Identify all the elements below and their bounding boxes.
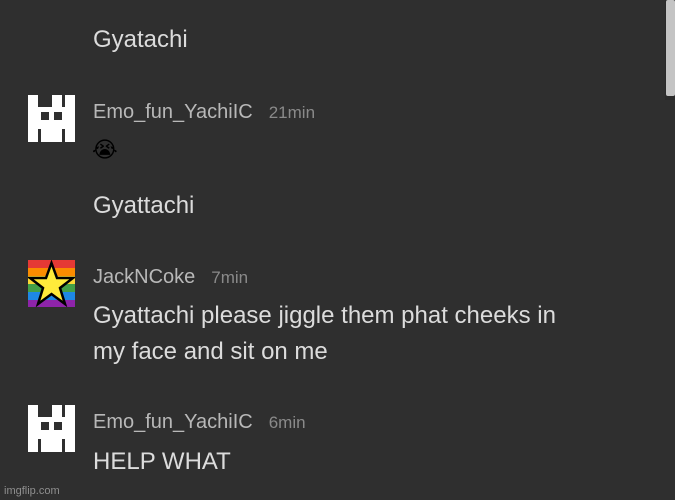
message-timestamp: 21min	[268, 103, 316, 122]
message-timestamp: 7min	[211, 268, 249, 287]
crying-emoji: 😭	[92, 137, 118, 162]
message-username[interactable]: JackNCoke 7min	[93, 266, 248, 289]
previous-message-text: Gyatachi	[93, 26, 188, 53]
username-text[interactable]: JackNCoke	[93, 266, 195, 288]
pixel-avatar-icon[interactable]	[28, 405, 75, 452]
chat-message: JackNCoke 7min Gyattachi please jiggle th…	[0, 258, 660, 368]
rainbow-star-avatar-icon[interactable]	[26, 259, 77, 308]
imgflip-watermark: imgflip.com	[4, 485, 60, 497]
message-text-line: Gyattachi please jiggle them phat cheeks…	[93, 302, 556, 329]
chat-message: Emo_fun_YachiIC 21min 😭 Gyattachi	[0, 95, 660, 225]
chat-message: Emo_fun_YachiIC 6min HELP WHAT	[0, 405, 660, 485]
message-text-line: my face and sit on me	[93, 338, 328, 365]
message-username[interactable]: Emo_fun_YachiIC 6min	[93, 411, 306, 434]
message-text: HELP WHAT	[93, 448, 231, 475]
message-text: Gyattachi	[93, 192, 195, 219]
username-text[interactable]: Emo_fun_YachiIC	[93, 101, 253, 123]
message-timestamp: 6min	[268, 413, 306, 432]
scrollbar[interactable]	[665, 0, 675, 100]
pixel-avatar-icon[interactable]	[28, 95, 75, 142]
username-text[interactable]: Emo_fun_YachiIC	[93, 411, 253, 433]
message-username[interactable]: Emo_fun_YachiIC 21min	[93, 101, 315, 124]
scrollbar-thumb[interactable]	[666, 0, 675, 96]
